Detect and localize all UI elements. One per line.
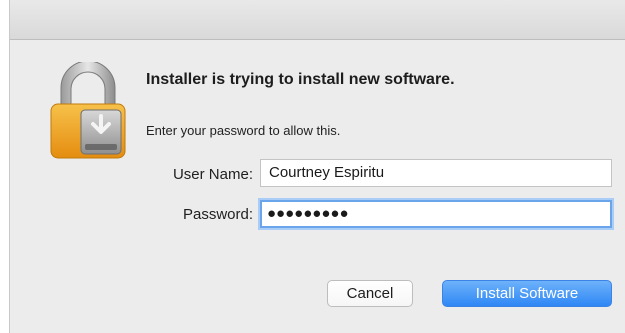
password-field[interactable]: ●●●●●●●●●: [260, 200, 612, 228]
install-software-button[interactable]: Install Software: [442, 280, 612, 307]
auth-dialog: Installer is trying to install new softw…: [9, 0, 625, 333]
username-label: User Name:: [172, 166, 253, 183]
password-dots: ●●●●●●●●●: [267, 205, 349, 222]
password-label: Password:: [182, 206, 253, 223]
cancel-button[interactable]: Cancel: [327, 280, 413, 307]
dialog-titlebar[interactable]: [10, 0, 625, 40]
dialog-subtext: Enter your password to allow this.: [146, 123, 341, 138]
screen: Installer is trying to install new softw…: [0, 0, 625, 333]
username-field[interactable]: Courtney Espiritu: [260, 159, 612, 187]
lock-icon: [50, 62, 126, 159]
dialog-headline: Installer is trying to install new softw…: [146, 71, 455, 88]
